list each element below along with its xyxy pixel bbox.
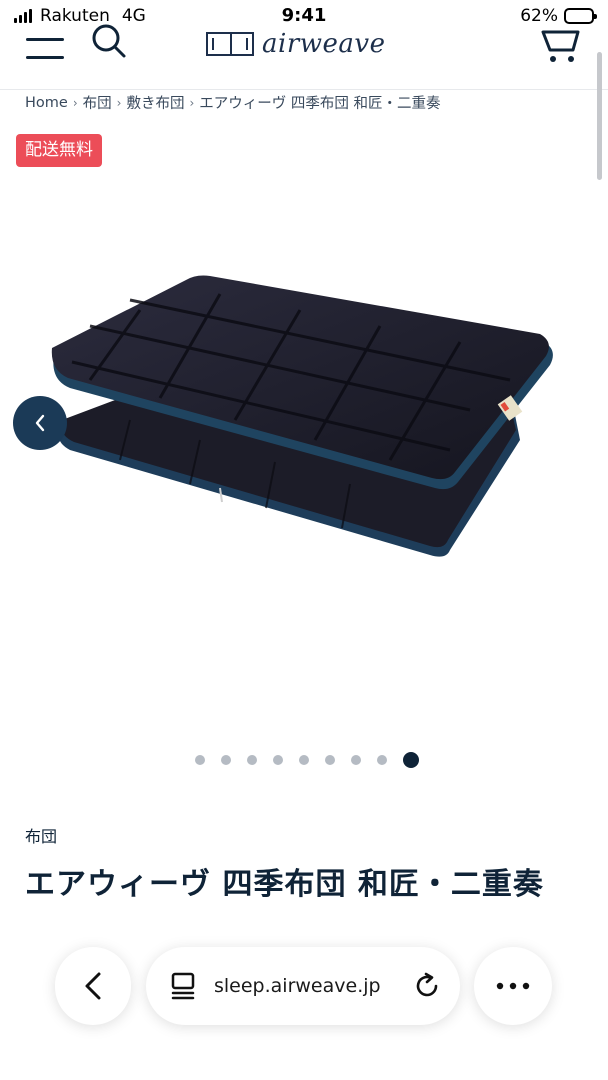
chevron-left-icon <box>85 972 101 1000</box>
logo-mark <box>206 32 254 56</box>
carousel-dot[interactable] <box>403 752 419 768</box>
free-shipping-badge: 配送無料 <box>16 134 102 167</box>
carousel-prev-button[interactable] <box>13 396 67 450</box>
browser-more-button[interactable] <box>474 947 552 1025</box>
carousel-dot[interactable] <box>247 755 257 765</box>
airweave-logo[interactable]: airweave <box>206 28 385 60</box>
carousel-dot[interactable] <box>273 755 283 765</box>
search-icon[interactable] <box>88 24 130 66</box>
carousel-dot[interactable] <box>299 755 309 765</box>
carousel-dot[interactable] <box>325 755 335 765</box>
breadcrumb-separator: › <box>72 95 78 110</box>
carousel-dot[interactable] <box>221 755 231 765</box>
chevron-left-icon <box>35 414 45 432</box>
breadcrumb-separator: › <box>116 95 122 110</box>
product-category[interactable]: 布団 <box>25 823 57 847</box>
hamburger-menu-icon[interactable] <box>26 38 66 60</box>
address-bar[interactable]: sleep.airweave.jp <box>146 947 460 1025</box>
breadcrumb: Home › 布団 › 敷き布団 › エアウィーヴ 四季布団 和匠・二重奏 <box>25 92 440 113</box>
breadcrumb-futon[interactable]: 布団 <box>83 92 112 113</box>
carousel-dot[interactable] <box>195 755 205 765</box>
carousel-dot[interactable] <box>351 755 361 765</box>
breadcrumb-separator: › <box>189 95 195 110</box>
carousel-pagination <box>0 752 608 768</box>
page-scrollbar[interactable] <box>597 52 602 180</box>
carousel-dot[interactable] <box>377 755 387 765</box>
breadcrumb-home[interactable]: Home <box>25 95 68 111</box>
cart-icon[interactable] <box>540 24 584 68</box>
url-text[interactable]: sleep.airweave.jp <box>214 975 381 997</box>
reload-icon[interactable] <box>412 971 442 1001</box>
more-icon <box>496 982 530 990</box>
product-image[interactable] <box>50 270 570 580</box>
tabs-icon[interactable] <box>170 971 196 1001</box>
browser-back-button[interactable] <box>55 947 131 1025</box>
breadcrumb-shiki-futon[interactable]: 敷き布団 <box>126 92 184 113</box>
site-header: airweave <box>0 22 608 90</box>
product-title: エアウィーヴ 四季布団 和匠・二重奏 <box>25 867 544 902</box>
logo-text: airweave <box>262 29 386 59</box>
breadcrumb-current: エアウィーヴ 四季布団 和匠・二重奏 <box>199 96 441 112</box>
